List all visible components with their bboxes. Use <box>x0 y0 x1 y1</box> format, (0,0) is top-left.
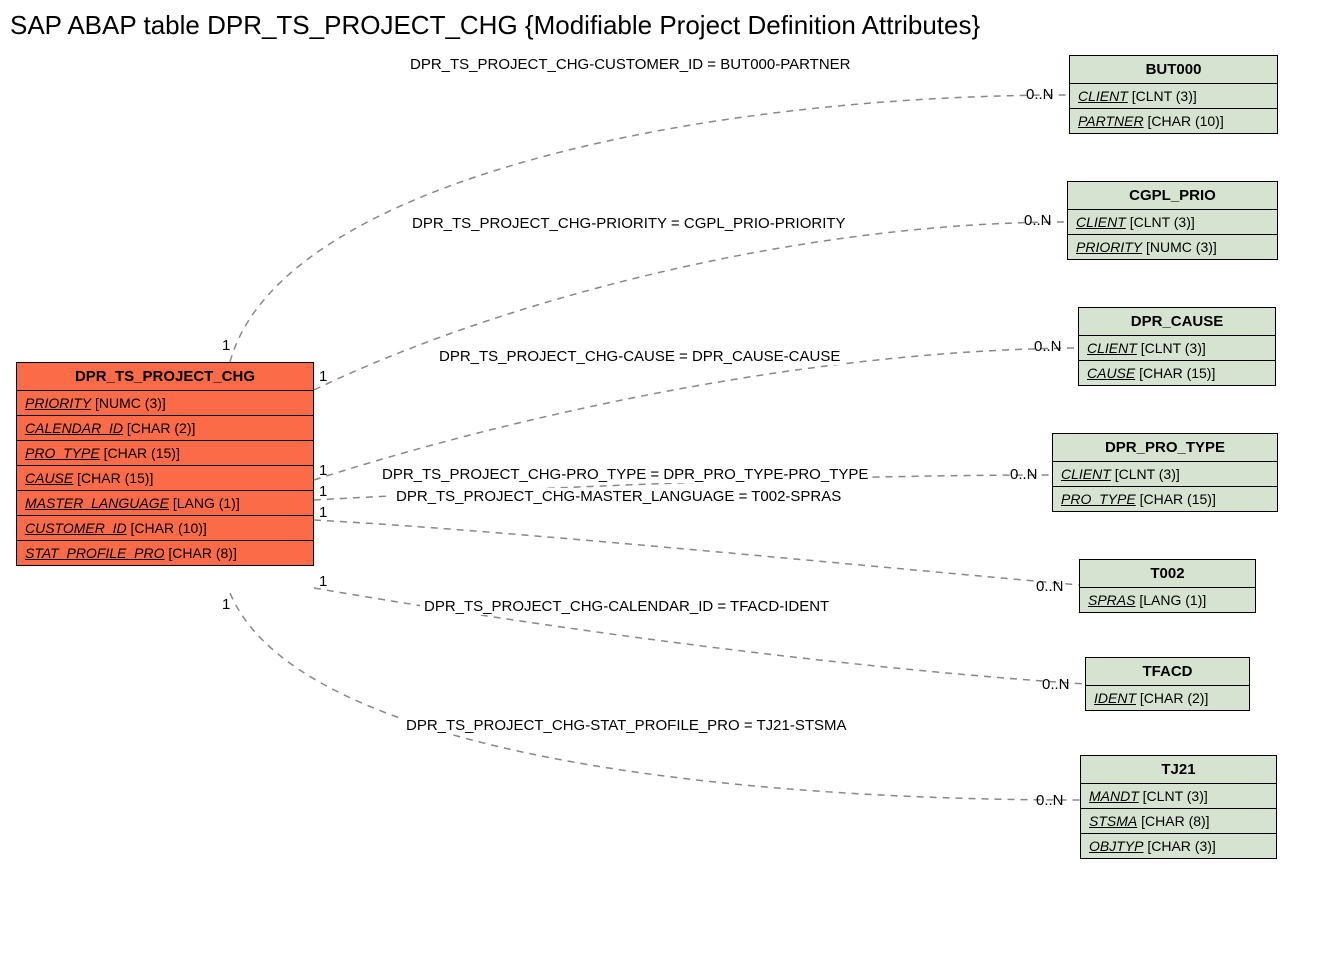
entity-tfacd: TFACD IDENT [CHAR (2)] <box>1085 657 1250 711</box>
entity-field: OBJTYP [CHAR (3)] <box>1081 834 1276 858</box>
entity-t002: T002 SPRAS [LANG (1)] <box>1079 559 1256 613</box>
cardinality-left: 1 <box>319 573 327 590</box>
entity-field: MANDT [CLNT (3)] <box>1081 784 1276 809</box>
relation-label: DPR_TS_PROJECT_CHG-PRO_TYPE = DPR_PRO_TY… <box>378 466 872 483</box>
entity-field: STSMA [CHAR (8)] <box>1081 809 1276 834</box>
entity-main-header: DPR_TS_PROJECT_CHG <box>17 363 313 391</box>
entity-field: PRO_TYPE [CHAR (15)] <box>1053 487 1277 511</box>
cardinality-left: 1 <box>319 368 327 385</box>
relation-label: DPR_TS_PROJECT_CHG-STAT_PROFILE_PRO = TJ… <box>402 717 851 734</box>
cardinality-right: 0..N <box>1042 676 1070 693</box>
entity-main-field: CAUSE [CHAR (15)] <box>17 466 313 491</box>
cardinality-right: 0..N <box>1024 212 1052 229</box>
cardinality-left: 1 <box>319 462 327 479</box>
entity-field: CLIENT [CLNT (3)] <box>1079 336 1275 361</box>
entity-dprcause: DPR_CAUSE CLIENT [CLNT (3)] CAUSE [CHAR … <box>1078 307 1276 386</box>
entity-field: CLIENT [CLNT (3)] <box>1068 210 1277 235</box>
cardinality-right: 0..N <box>1036 578 1064 595</box>
cardinality-left: 1 <box>319 483 327 500</box>
cardinality-left: 1 <box>222 337 230 354</box>
cardinality-right: 0..N <box>1036 792 1064 809</box>
entity-main-field: PRO_TYPE [CHAR (15)] <box>17 441 313 466</box>
entity-main-field: MASTER_LANGUAGE [LANG (1)] <box>17 491 313 516</box>
entity-header: T002 <box>1080 560 1255 588</box>
entity-field: SPRAS [LANG (1)] <box>1080 588 1255 612</box>
entity-main-field: CUSTOMER_ID [CHAR (10)] <box>17 516 313 541</box>
entity-header: TJ21 <box>1081 756 1276 784</box>
entity-main: DPR_TS_PROJECT_CHG PRIORITY [NUMC (3)] C… <box>16 362 314 566</box>
entity-main-field: STAT_PROFILE_PRO [CHAR (8)] <box>17 541 313 565</box>
entity-dprprotype: DPR_PRO_TYPE CLIENT [CLNT (3)] PRO_TYPE … <box>1052 433 1278 512</box>
relation-label: DPR_TS_PROJECT_CHG-CAUSE = DPR_CAUSE-CAU… <box>435 348 844 365</box>
entity-field: IDENT [CHAR (2)] <box>1086 686 1249 710</box>
relation-label: DPR_TS_PROJECT_CHG-PRIORITY = CGPL_PRIO-… <box>408 215 850 232</box>
relation-label: DPR_TS_PROJECT_CHG-CUSTOMER_ID = BUT000-… <box>406 56 855 73</box>
entity-main-field: CALENDAR_ID [CHAR (2)] <box>17 416 313 441</box>
entity-field: CAUSE [CHAR (15)] <box>1079 361 1275 385</box>
entity-header: DPR_CAUSE <box>1079 308 1275 336</box>
entity-field: PRIORITY [NUMC (3)] <box>1068 235 1277 259</box>
entity-main-field: PRIORITY [NUMC (3)] <box>17 391 313 416</box>
entity-header: TFACD <box>1086 658 1249 686</box>
entity-tj21: TJ21 MANDT [CLNT (3)] STSMA [CHAR (8)] O… <box>1080 755 1277 859</box>
entity-field: CLIENT [CLNT (3)] <box>1070 84 1277 109</box>
entity-field: PARTNER [CHAR (10)] <box>1070 109 1277 133</box>
relation-label: DPR_TS_PROJECT_CHG-MASTER_LANGUAGE = T00… <box>392 488 845 505</box>
entity-cgplprio: CGPL_PRIO CLIENT [CLNT (3)] PRIORITY [NU… <box>1067 181 1278 260</box>
cardinality-left: 1 <box>319 504 327 521</box>
entity-header: BUT000 <box>1070 56 1277 84</box>
entity-header: CGPL_PRIO <box>1068 182 1277 210</box>
cardinality-left: 1 <box>222 596 230 613</box>
entity-header: DPR_PRO_TYPE <box>1053 434 1277 462</box>
cardinality-right: 0..N <box>1010 466 1038 483</box>
diagram-title: SAP ABAP table DPR_TS_PROJECT_CHG {Modif… <box>10 10 980 41</box>
entity-field: CLIENT [CLNT (3)] <box>1053 462 1277 487</box>
relation-label: DPR_TS_PROJECT_CHG-CALENDAR_ID = TFACD-I… <box>420 598 833 615</box>
cardinality-right: 0..N <box>1034 338 1062 355</box>
cardinality-right: 0..N <box>1026 86 1054 103</box>
entity-but000: BUT000 CLIENT [CLNT (3)] PARTNER [CHAR (… <box>1069 55 1278 134</box>
